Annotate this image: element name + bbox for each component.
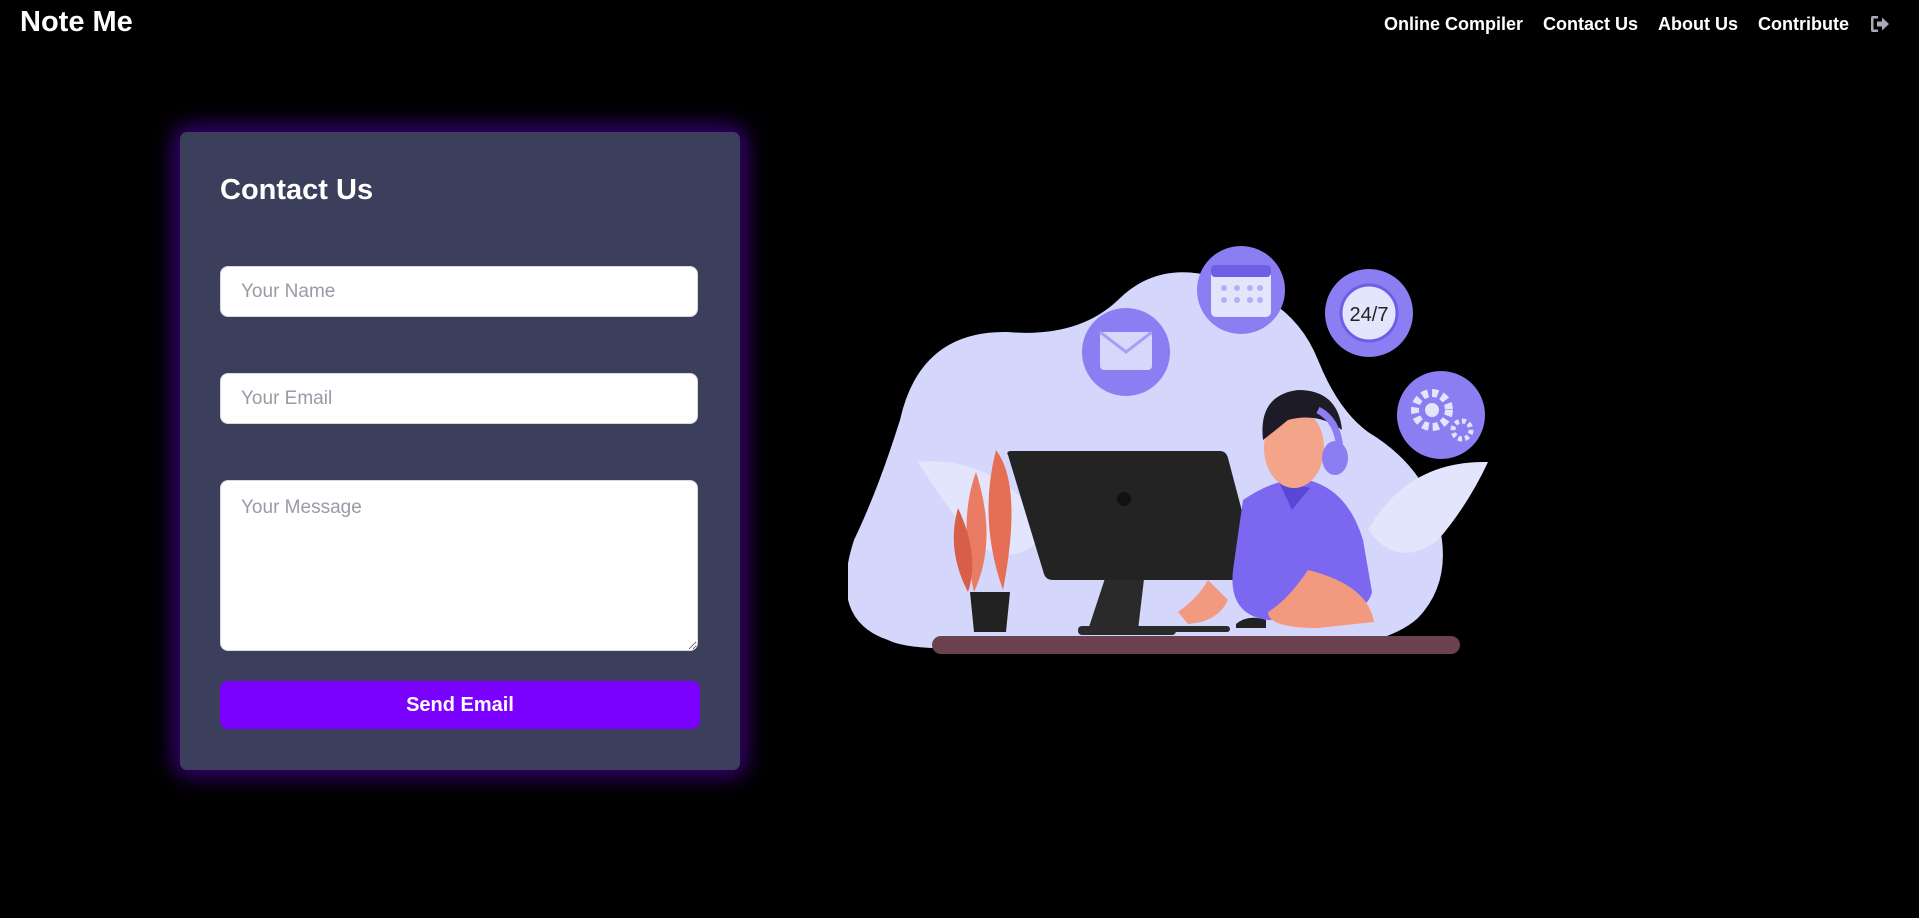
nav-about-us[interactable]: About Us bbox=[1658, 14, 1738, 35]
webcam bbox=[1117, 492, 1131, 506]
email-input[interactable] bbox=[220, 373, 698, 424]
send-email-button[interactable]: Send Email bbox=[220, 681, 700, 729]
headphones bbox=[1322, 441, 1348, 475]
keyboard bbox=[1148, 626, 1230, 632]
support-badge-text: 24/7 bbox=[1350, 304, 1389, 326]
nav-links: Online Compiler Contact Us About Us Cont… bbox=[1364, 13, 1891, 35]
customer-support-illustration: 24/7 bbox=[846, 240, 1512, 660]
brand-logo[interactable]: Note Me bbox=[20, 6, 133, 39]
calendar-header bbox=[1211, 265, 1271, 277]
monitor bbox=[1007, 451, 1259, 580]
message-textarea[interactable] bbox=[220, 480, 698, 651]
desk bbox=[932, 636, 1460, 654]
contact-form-title: Contact Us bbox=[220, 174, 374, 206]
top-navbar: Note Me Online Compiler Contact Us About… bbox=[0, 0, 1919, 50]
settings-bubble bbox=[1397, 371, 1485, 459]
contact-form-card: Contact Us Send Email bbox=[180, 132, 740, 770]
sign-out-icon[interactable] bbox=[1869, 13, 1891, 35]
nav-contact-us[interactable]: Contact Us bbox=[1543, 14, 1638, 35]
nav-contribute[interactable]: Contribute bbox=[1758, 14, 1849, 35]
plant-pot bbox=[970, 592, 1010, 632]
name-input[interactable] bbox=[220, 266, 698, 317]
nav-online-compiler[interactable]: Online Compiler bbox=[1384, 14, 1523, 35]
